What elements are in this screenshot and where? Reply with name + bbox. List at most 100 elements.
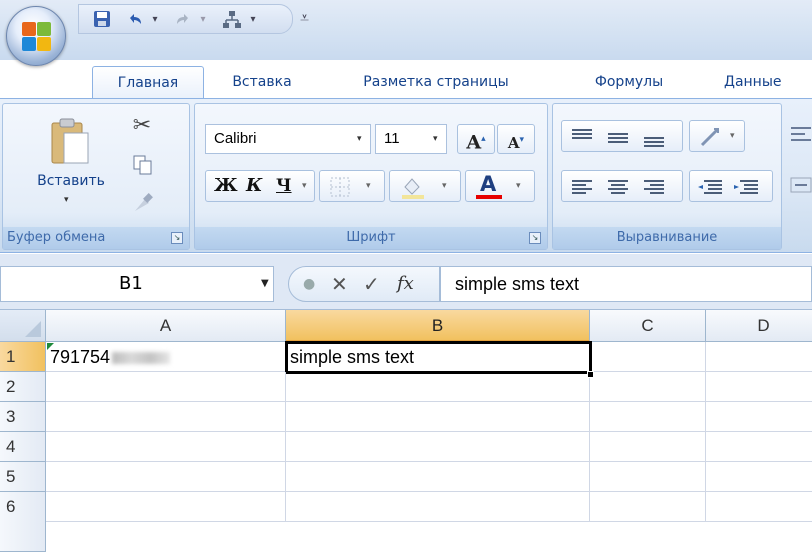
align-top-icon[interactable] [572, 129, 592, 139]
insert-function-icon[interactable]: fx [397, 267, 414, 301]
fill-handle[interactable] [587, 371, 594, 378]
font-name-field[interactable]: Calibri [205, 124, 371, 154]
name-box-dropdown-icon[interactable]: ▼ [261, 267, 269, 301]
font-size-dropdown-icon[interactable]: ▾ [433, 134, 438, 144]
font-launcher-icon[interactable]: ↘ [529, 232, 541, 244]
underline-dropdown-icon[interactable]: ▾ [302, 181, 307, 191]
indent-buttons [689, 170, 773, 202]
redo-icon[interactable] [171, 9, 195, 31]
grow-font-label: A [466, 131, 482, 154]
formula-input[interactable]: simple sms text [440, 266, 812, 302]
cell-c2[interactable] [590, 372, 706, 402]
save-icon[interactable] [89, 9, 115, 31]
tab-data[interactable]: Данные [724, 66, 812, 98]
number-as-text-indicator-icon[interactable] [47, 343, 54, 350]
custom-dropdown-icon[interactable]: ▾ [247, 9, 259, 31]
cell-d4[interactable] [706, 432, 812, 462]
shrink-font-label: A [507, 134, 520, 152]
font-color-dropdown-icon: ▾ [516, 181, 521, 191]
format-painter-icon[interactable] [127, 188, 157, 216]
cell-b1[interactable]: simple sms text [285, 341, 592, 374]
row-header-6[interactable]: 6 [0, 492, 46, 552]
cell-b2[interactable] [286, 372, 590, 402]
tab-page-layout[interactable]: Разметка страницы [318, 66, 554, 98]
cell-d3[interactable] [706, 402, 812, 432]
cell-a6[interactable] [46, 492, 286, 522]
tab-home[interactable]: Главная [92, 66, 204, 98]
row-header-3[interactable]: 3 [0, 402, 46, 432]
grow-font-button[interactable]: A▴ [457, 124, 495, 154]
tab-formulas[interactable]: Формулы [574, 66, 684, 98]
cell-a1-value: 791754 [50, 347, 111, 367]
align-center-icon[interactable] [608, 180, 628, 194]
column-header-c[interactable]: C [590, 310, 706, 342]
row-header-4[interactable]: 4 [0, 432, 46, 462]
cell-a4[interactable] [46, 432, 286, 462]
orientation-button[interactable]: ▾ [689, 120, 745, 152]
customize-qat-icon[interactable]: ⩡ [300, 8, 309, 28]
row-header-2[interactable]: 2 [0, 372, 46, 402]
align-left-icon[interactable] [572, 180, 592, 194]
cell-c5[interactable] [590, 462, 706, 492]
align-middle-icon[interactable] [608, 133, 628, 143]
column-header-a[interactable]: A [46, 310, 286, 342]
cell-d1[interactable] [706, 342, 812, 372]
cell-b5[interactable] [286, 462, 590, 492]
borders-button[interactable]: ▾ [319, 170, 385, 202]
org-chart-icon[interactable] [219, 9, 245, 31]
cell-c3[interactable] [590, 402, 706, 432]
paste-button[interactable]: Вставить ▾ [25, 110, 115, 216]
italic-button[interactable]: К [246, 171, 262, 201]
clipboard-group-label: Буфер обмена [3, 227, 189, 249]
cell-c1[interactable] [590, 342, 706, 372]
title-bar: ▾ ▾ ▾ ⩡ [0, 0, 812, 60]
column-header-d[interactable]: D [706, 310, 812, 342]
cell-d5[interactable] [706, 462, 812, 492]
cell-d6[interactable] [706, 492, 812, 522]
borders-dropdown-icon: ▾ [366, 181, 371, 191]
cancel-formula-icon[interactable]: ✕ [331, 267, 348, 301]
cut-icon[interactable]: ✂ [127, 112, 157, 140]
cell-a2[interactable] [46, 372, 286, 402]
cell-a3[interactable] [46, 402, 286, 432]
shrink-font-button[interactable]: A▾ [497, 124, 535, 154]
wrap-text-icon[interactable] [788, 121, 812, 151]
undo-dropdown-icon[interactable]: ▾ [149, 9, 161, 31]
decrease-indent-icon[interactable] [698, 180, 722, 194]
clipboard-launcher-icon[interactable]: ↘ [171, 232, 183, 244]
cell-b4[interactable] [286, 432, 590, 462]
column-header-b[interactable]: B [286, 310, 590, 342]
font-group: Calibri ▾ 11 ▾ A▴ A▾ Ж К Ч ▾ ▾ ▾ A ▾ Шри… [194, 103, 548, 250]
undo-icon[interactable] [123, 9, 147, 31]
row-header-5[interactable]: 5 [0, 462, 46, 492]
merge-center-icon[interactable] [788, 171, 812, 201]
bold-button[interactable]: Ж [214, 171, 238, 201]
quick-access-toolbar: ▾ ▾ ▾ [78, 4, 293, 34]
font-color-button[interactable]: A ▾ [465, 170, 535, 202]
cell-d2[interactable] [706, 372, 812, 402]
orientation-dropdown-icon: ▾ [730, 131, 735, 141]
tab-insert[interactable]: Вставка [220, 66, 304, 98]
office-logo-icon [22, 22, 52, 52]
cell-c4[interactable] [590, 432, 706, 462]
underline-button[interactable]: Ч [276, 171, 292, 201]
cell-a1[interactable]: 791754 [46, 342, 286, 372]
cell-b6[interactable] [286, 492, 590, 522]
redo-dropdown-icon[interactable]: ▾ [197, 9, 209, 31]
cell-a5[interactable] [46, 462, 286, 492]
name-box[interactable]: B1 ▼ [0, 266, 274, 302]
cell-c6[interactable] [590, 492, 706, 522]
fill-color-button[interactable]: ▾ [389, 170, 461, 202]
align-right-icon[interactable] [644, 180, 664, 194]
copy-icon[interactable] [127, 150, 157, 178]
paste-dropdown-icon: ▾ [64, 195, 69, 205]
font-name-dropdown-icon[interactable]: ▾ [357, 134, 362, 144]
row-header-1[interactable]: 1 [0, 342, 46, 372]
cell-b3[interactable] [286, 402, 590, 432]
align-bottom-icon[interactable] [644, 137, 664, 147]
increase-indent-icon[interactable] [734, 180, 758, 194]
select-all-corner[interactable] [0, 310, 46, 342]
enter-formula-icon[interactable]: ✓ [363, 267, 380, 301]
office-button[interactable] [6, 6, 66, 66]
formula-grip-icon: ● [303, 276, 316, 292]
